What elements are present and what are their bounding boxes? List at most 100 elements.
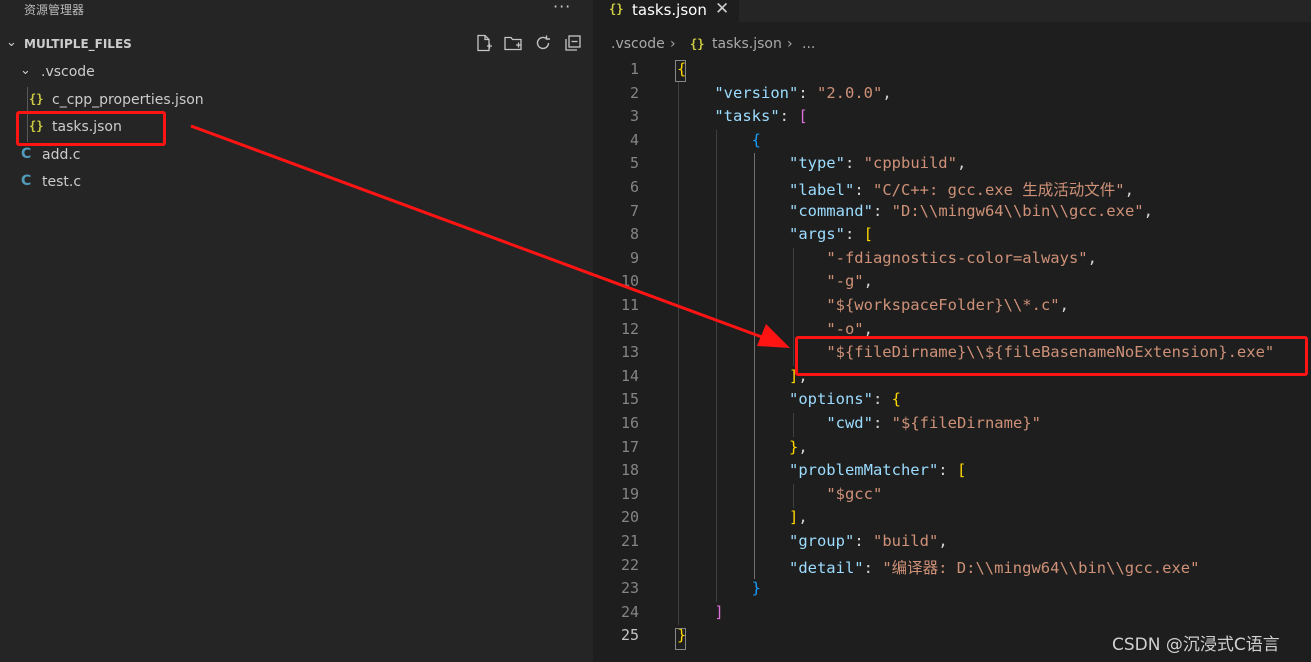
explorer-header: 资源管理器 ··· [0,0,593,20]
code-line[interactable]: 24 ] [593,601,1311,625]
json-file-icon: {} [690,37,705,51]
code-text: ], [788,508,808,527]
line-number: 23 [620,579,639,598]
line-number: 20 [620,508,639,527]
chevron-down-icon: ⌄ [6,35,17,50]
tree-item-label: c_cpp_properties.json [52,92,204,108]
code-text: "options": { [788,390,901,409]
line-number: 10 [620,272,639,291]
line-number: 24 [620,602,639,621]
code-text: "cwd": "${fileDirname}" [826,414,1041,432]
line-number: 8 [629,225,639,244]
code-text: "command": "D:\\mingw64\\bin\\gcc.exe", [788,201,1153,220]
annotation-box-output-arg [795,336,1308,376]
line-number: 3 [629,107,639,126]
line-number: 12 [620,319,639,338]
tree-item-add-c[interactable]: C add.c [0,144,593,168]
breadcrumb-file[interactable]: tasks.json [712,36,782,52]
code-line[interactable]: 20 ], [593,506,1311,530]
line-number: 4 [629,130,639,149]
line-number: 17 [620,437,639,456]
code-line[interactable]: 10 "-g", [593,270,1311,294]
tree-item-label: test.c [42,174,82,190]
code-text: "$gcc" [826,484,883,503]
c-file-icon: C [21,173,32,189]
explorer-sidebar: 资源管理器 ··· ⌄ MULTIPLE_FILES ⌄ .vscode {} … [0,0,593,662]
tree-item-c-cpp-properties[interactable]: {} c_cpp_properties.json [0,89,593,113]
collapse-all-icon[interactable] [563,33,585,55]
code-line[interactable]: 3 "tasks": [ [593,105,1311,129]
code-line[interactable]: 5 "type": "cppbuild", [593,152,1311,176]
watermark: CSDN @沉浸式C语言 [1112,635,1280,655]
line-number: 1 [629,60,639,78]
line-number: 2 [629,83,639,102]
refresh-icon[interactable] [533,33,555,55]
code-line[interactable]: 2 "version": "2.0.0", [593,82,1311,106]
line-number: 11 [620,296,639,314]
code-text: "group": "build", [788,532,948,550]
breadcrumb: .vscode › {} tasks.json › ... [593,33,1311,55]
line-number: 13 [620,343,639,362]
line-number: 25 [620,626,639,645]
tree-item-label: .vscode [41,64,95,80]
code-line[interactable]: 19 "$gcc" [593,483,1311,507]
json-file-icon: {} [609,2,624,16]
code-line[interactable]: 9 "-fdiagnostics-color=always", [593,247,1311,271]
code-text: "-g", [826,272,873,291]
explorer-title: 资源管理器 [24,3,85,17]
code-line[interactable]: 15 "options": { [593,388,1311,412]
chevron-right-icon: › [670,36,676,52]
code-text: { [751,130,761,149]
code-line[interactable]: 4 { [593,129,1311,153]
line-number: 15 [620,390,639,409]
tab-tasks-json[interactable]: {} tasks.json ✕ [593,0,739,22]
tree-item-label: add.c [42,147,81,163]
code-line[interactable]: 6 "label": "C/C++: gcc.exe 生成活动文件", [593,176,1311,200]
code-line[interactable]: 7 "command": "D:\\mingw64\\bin\\gcc.exe"… [593,200,1311,224]
code-line[interactable]: 23 } [593,577,1311,601]
code-text: "-fdiagnostics-color=always", [826,248,1097,267]
chevron-right-icon: › [787,36,793,52]
tab-label: tasks.json [632,1,707,19]
annotation-box-tasks-json [16,111,166,146]
code-line[interactable]: 1{ [593,58,1311,82]
new-folder-icon[interactable] [503,33,525,55]
code-line[interactable]: 11 "${workspaceFolder}\\*.c", [593,294,1311,318]
new-file-icon[interactable] [474,33,496,55]
code-line[interactable]: 17 }, [593,436,1311,460]
line-number: 6 [629,178,639,196]
line-number: 7 [629,201,639,220]
more-actions-icon[interactable]: ··· [553,0,571,16]
breadcrumb-folder[interactable]: .vscode [611,36,665,52]
line-number: 19 [620,484,639,503]
code-line[interactable]: 16 "cwd": "${fileDirname}" [593,412,1311,436]
code-text: "problemMatcher": [ [788,461,967,480]
line-number: 16 [620,414,639,432]
tree-item-vscode-folder[interactable]: ⌄ .vscode [0,61,593,85]
code-line[interactable]: 18 "problemMatcher": [ [593,459,1311,483]
close-icon[interactable]: ✕ [715,0,729,19]
code-text: "detail": "编译器: D:\\mingw64\\bin\\gcc.ex… [788,558,1200,577]
code-text: ] [714,602,724,621]
workspace-name: MULTIPLE_FILES [24,37,132,51]
tab-bar: {} tasks.json ✕ [593,0,1311,22]
line-number: 9 [629,248,639,267]
code-text: } [751,579,761,598]
code-text: "${workspaceFolder}\\*.c", [826,296,1069,314]
tree-item-test-c[interactable]: C test.c [0,171,593,195]
breadcrumb-symbol[interactable]: ... [802,36,815,52]
chevron-down-icon: ⌄ [20,63,31,78]
code-text: ], [788,366,808,385]
line-number: 14 [620,366,639,385]
code-text: "label": "C/C++: gcc.exe 生成活动文件", [788,181,1134,199]
code-line[interactable]: 22 "detail": "编译器: D:\\mingw64\\bin\\gcc… [593,554,1311,578]
line-number: 22 [620,555,639,574]
code-line[interactable]: 8 "args": [ [593,223,1311,247]
line-number: 5 [629,154,639,173]
bracket-match-highlight [675,60,686,82]
workspace-section-header[interactable]: ⌄ MULTIPLE_FILES [0,33,593,55]
line-number: 21 [620,532,639,550]
code-line[interactable]: 21 "group": "build", [593,530,1311,554]
code-text: "tasks": [ [714,107,808,126]
code-text: "args": [ [788,225,873,244]
